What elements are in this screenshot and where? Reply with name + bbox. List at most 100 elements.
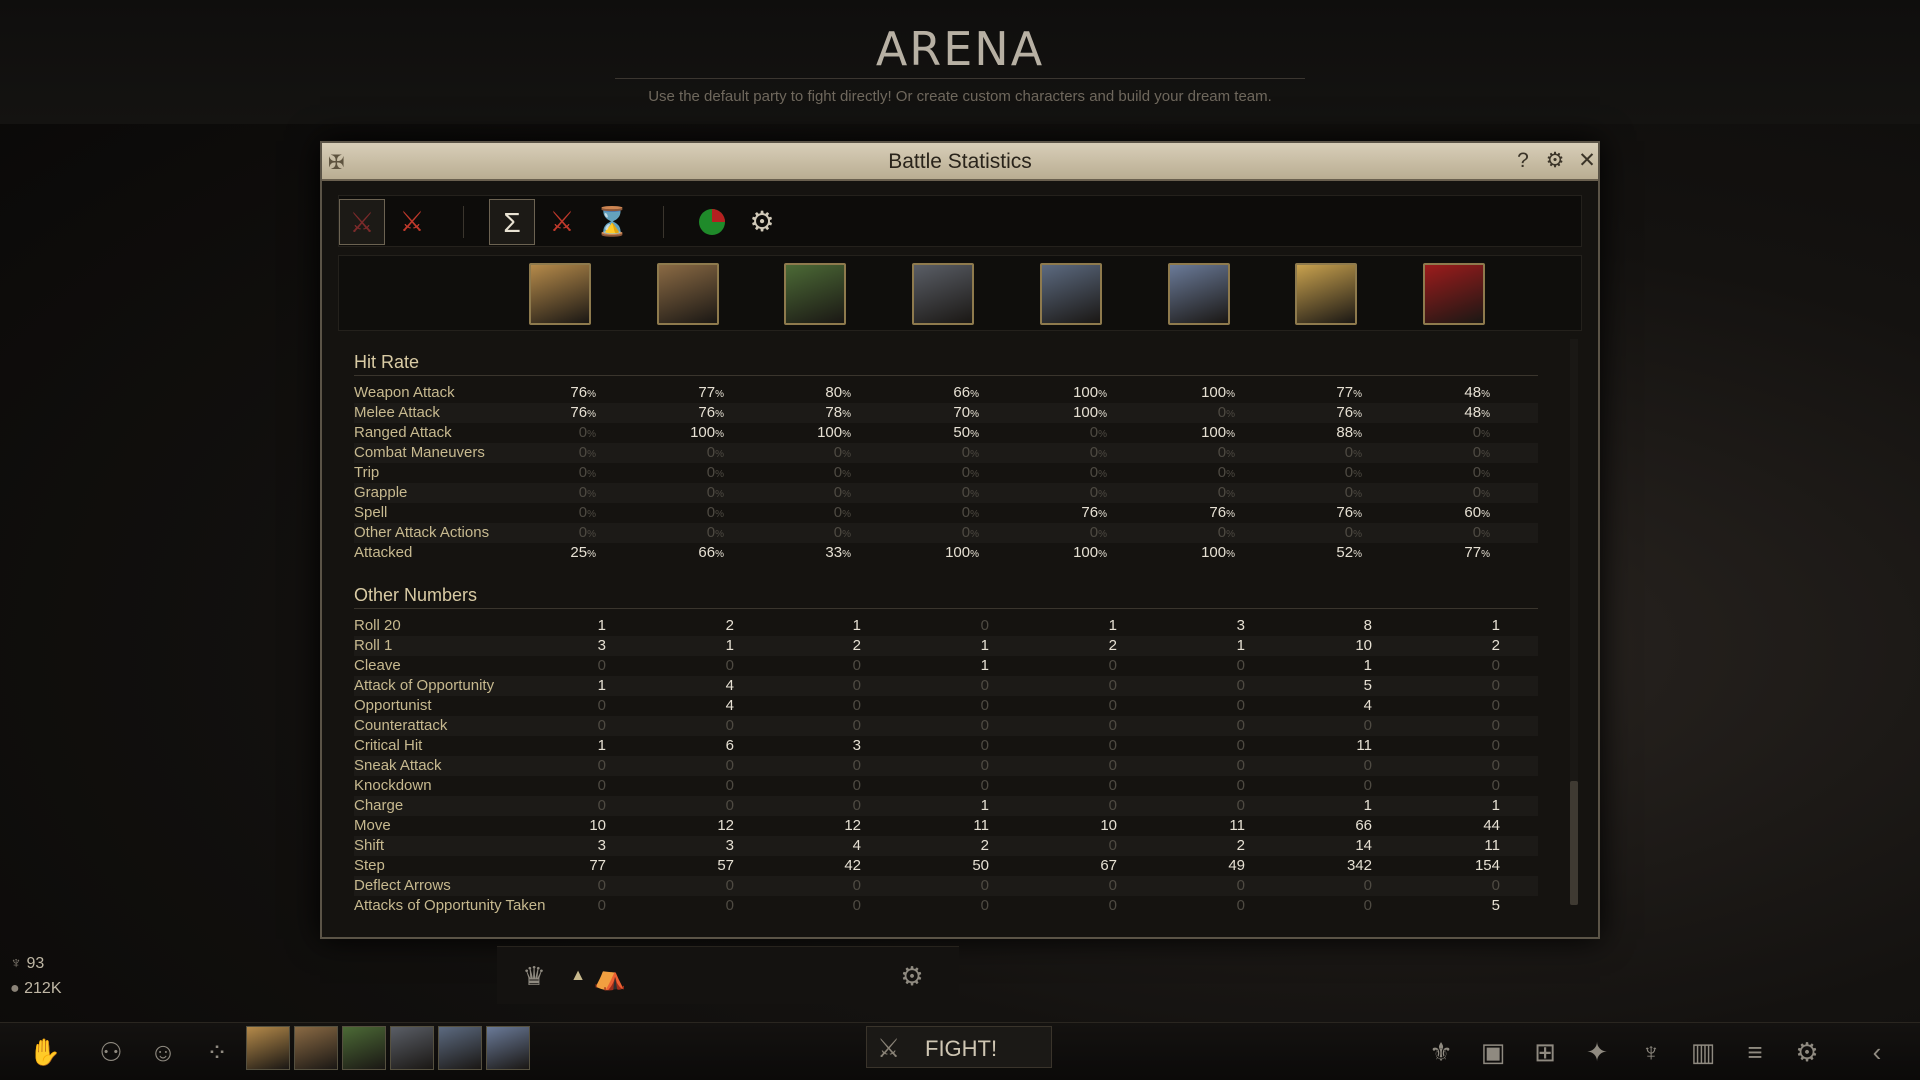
inventory-icon[interactable]: ▣: [1476, 1035, 1510, 1069]
table-cell: 0: [1440, 737, 1500, 754]
table-cell: 1: [1440, 617, 1500, 634]
statistics-chart-icon[interactable]: ▥: [1686, 1035, 1720, 1069]
mythic-icon[interactable]: ⚜: [1424, 1035, 1458, 1069]
portrait-5[interactable]: [1040, 263, 1102, 325]
pie-chart-view-button[interactable]: [689, 199, 735, 245]
table-cell: 0: [546, 897, 606, 914]
portrait-2[interactable]: [657, 263, 719, 325]
party-member-thumbnail[interactable]: [246, 1026, 290, 1070]
party-member-thumbnail[interactable]: [438, 1026, 482, 1070]
percent-sign: %: [970, 489, 979, 500]
settings-cog-icon[interactable]: ⚙: [895, 959, 929, 993]
cell-value: 0: [1363, 757, 1372, 774]
cell-value: 0: [578, 464, 588, 481]
party-damage-filter-button[interactable]: ⚔: [339, 199, 385, 245]
enemy-damage-filter-button[interactable]: ⚔: [389, 199, 435, 245]
formation-icon[interactable]: ♛: [517, 959, 551, 993]
percent-sign: %: [587, 429, 596, 440]
interact-hand-icon[interactable]: ✋: [28, 1035, 62, 1069]
camp-tent-icon[interactable]: ⛺: [593, 959, 627, 993]
chevron-left-icon[interactable]: ‹: [1860, 1035, 1894, 1069]
cell-value: 2: [725, 617, 734, 634]
portrait-party-total[interactable]: [1295, 263, 1357, 325]
percent-sign: %: [715, 529, 724, 540]
table-cell: 78%: [791, 404, 851, 421]
gear-icon[interactable]: ⚙: [1542, 148, 1568, 174]
table-cell: 2: [1057, 637, 1117, 654]
table-cell: 10: [1312, 637, 1372, 654]
scrollbar-thumb[interactable]: [1570, 781, 1578, 905]
cell-value: 0: [852, 897, 861, 914]
hit-rate-title: Hit Rate: [354, 352, 420, 372]
cell-value: 0: [961, 524, 971, 541]
wings-crest-icon[interactable]: ♆: [1634, 1035, 1668, 1069]
total-view-button[interactable]: Σ: [489, 199, 535, 245]
table-cell: 50%: [919, 424, 979, 441]
table-cell: 0%: [791, 504, 851, 521]
table-cell: 0: [1185, 897, 1245, 914]
table-row: Attack of Opportunity 1 4 0 0 0 0 5 0: [354, 676, 1538, 696]
table-cell: 0: [929, 877, 989, 894]
portrait-3[interactable]: [784, 263, 846, 325]
cell-value: 100: [1201, 384, 1227, 401]
cell-value: 0: [1217, 484, 1227, 501]
table-cell: 0: [801, 697, 861, 714]
cell-value: 0: [1108, 757, 1117, 774]
table-cell: 48%: [1430, 384, 1490, 401]
per-round-view-button[interactable]: ⌛: [589, 199, 635, 245]
portrait-4[interactable]: [912, 263, 974, 325]
cell-value: 0: [706, 504, 716, 521]
spellbook-icon[interactable]: ⊞: [1528, 1035, 1562, 1069]
percent-sign: %: [970, 549, 979, 560]
table-cell: 1: [546, 737, 606, 754]
cell-value: 11: [1229, 817, 1245, 834]
cell-value: 0: [1472, 464, 1482, 481]
levelup-icon[interactable]: ✦: [1580, 1035, 1614, 1069]
table-row: Step 77 57 42 50 67 49 342 154: [354, 856, 1538, 876]
percent-sign: %: [842, 509, 851, 520]
table-cell: 0: [674, 797, 734, 814]
party-member-thumbnail[interactable]: [390, 1026, 434, 1070]
grid-icon[interactable]: ⁘: [200, 1035, 234, 1069]
table-cell: 0: [1440, 877, 1500, 894]
party-icon[interactable]: ⚇: [94, 1035, 128, 1069]
cell-value: 0: [706, 464, 716, 481]
party-member-thumbnail[interactable]: [486, 1026, 530, 1070]
cell-value: 0: [852, 757, 861, 774]
cell-value: 0: [1363, 717, 1372, 734]
window-title-bar[interactable]: ✠ Battle Statistics ? ⚙ ✕: [322, 143, 1598, 181]
table-row: Knockdown 0 0 0 0 0 0 0 0: [354, 776, 1538, 796]
table-cell: 0%: [1047, 484, 1107, 501]
table-cell: 0: [801, 757, 861, 774]
portrait-6[interactable]: [1168, 263, 1230, 325]
table-cell: 76%: [1047, 504, 1107, 521]
statistics-settings-button[interactable]: ⚙: [739, 199, 785, 245]
journal-icon[interactable]: ≡: [1738, 1035, 1772, 1069]
table-row: Deflect Arrows 0 0 0 0 0 0 0 0: [354, 876, 1538, 896]
table-cell: 0: [801, 677, 861, 694]
cell-value: 0: [1344, 464, 1354, 481]
portrait-enemies[interactable]: [1423, 263, 1485, 325]
cell-value: 2: [852, 637, 861, 654]
table-cell: 0%: [919, 444, 979, 461]
fight-button[interactable]: ⚔ FIGHT!: [866, 1026, 1052, 1068]
portrait-1[interactable]: [529, 263, 591, 325]
arrow-up-icon[interactable]: ▲: [561, 959, 595, 993]
cell-value: 0: [706, 444, 716, 461]
table-row: Move 10 12 12 11 10 11 66 44: [354, 816, 1538, 836]
cell-value: 1: [980, 637, 989, 654]
percent-sign: %: [970, 389, 979, 400]
character-icon[interactable]: ☺: [146, 1035, 180, 1069]
question-icon[interactable]: ?: [1510, 148, 1536, 174]
cell-value: 0: [725, 657, 734, 674]
party-member-thumbnail[interactable]: [342, 1026, 386, 1070]
row-label: Spell: [354, 504, 388, 521]
close-icon[interactable]: ✕: [1574, 148, 1600, 174]
settings-icon[interactable]: ⚙: [1790, 1035, 1824, 1069]
per-battle-view-button[interactable]: ⚔: [539, 199, 585, 245]
row-label: Ranged Attack: [354, 424, 452, 441]
cell-value: 8: [1363, 617, 1372, 634]
table-cell: 0%: [536, 464, 596, 481]
table-cell: 0: [1185, 677, 1245, 694]
party-member-thumbnail[interactable]: [294, 1026, 338, 1070]
